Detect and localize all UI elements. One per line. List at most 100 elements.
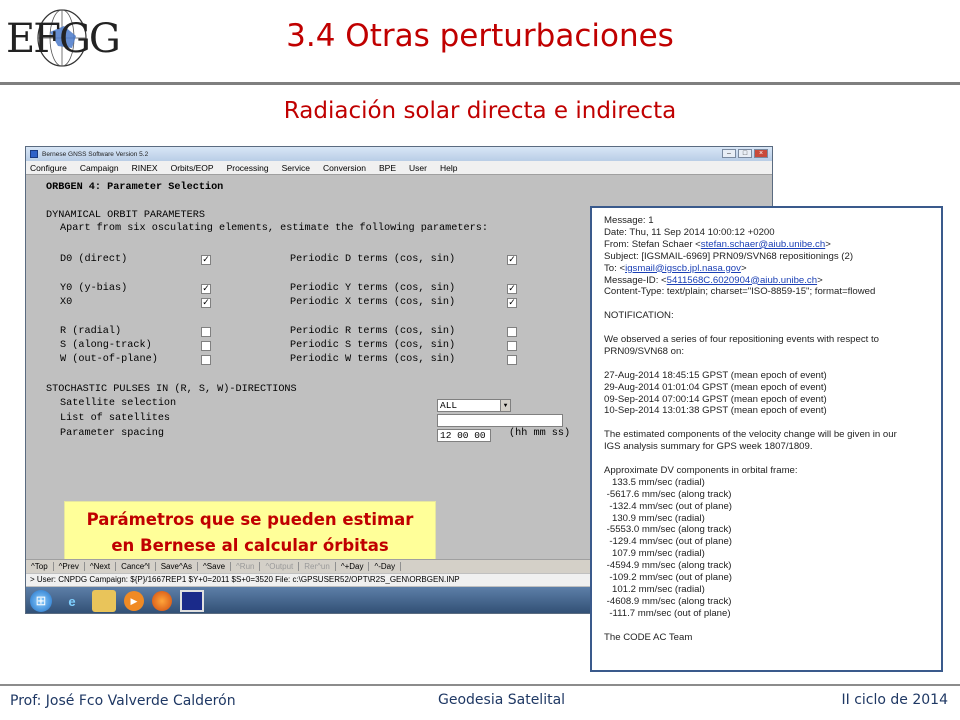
callout-line-1: Parámetros que se pueden estimar: [86, 510, 414, 529]
chevron-down-icon[interactable]: ▼: [500, 400, 510, 411]
email-event: 09-Sep-2014 07:00:14 GPST (mean epoch of…: [604, 393, 827, 405]
windows-start-icon[interactable]: ⊞: [30, 590, 52, 612]
param-checkbox[interactable]: ✓: [507, 298, 517, 308]
menu-configure[interactable]: Configure: [30, 163, 67, 173]
param-checkbox[interactable]: [507, 341, 517, 351]
param-label: R (radial): [60, 326, 122, 337]
media-player-icon[interactable]: ▶: [124, 591, 144, 611]
email-component: 101.2 mm/sec (radial): [604, 584, 705, 596]
param-checkbox[interactable]: ✓: [201, 284, 211, 294]
menu-service[interactable]: Service: [282, 163, 310, 173]
parameter-spacing-input[interactable]: 12 00 00: [437, 429, 491, 442]
param-label: Periodic Y terms (cos, sin): [290, 283, 456, 294]
email-message-panel: Message: 1 Date: Thu, 11 Sep 2014 10:00:…: [590, 206, 943, 672]
email-event: 29-Aug-2014 01:01:04 GPST (mean epoch of…: [604, 381, 827, 393]
email-from: From: Stefan Schaer <stefan.schaer@aiub.…: [604, 238, 831, 250]
internet-explorer-icon[interactable]: e: [60, 590, 84, 612]
param-checkbox[interactable]: ✓: [201, 298, 211, 308]
footer-divider: [0, 684, 960, 686]
menu-bar: Configure Campaign RINEX Orbits/EOP Proc…: [26, 161, 772, 175]
param-label: W (out-of-plane): [60, 354, 158, 365]
menu-rinex[interactable]: RINEX: [132, 163, 158, 173]
email-event: 27-Aug-2014 18:45:15 GPST (mean epoch of…: [604, 369, 827, 381]
email-component: 130.9 mm/sec (radial): [604, 512, 705, 524]
email-subject: Subject: [IGSMAIL-6969] PRN09/SVN68 repo…: [604, 250, 854, 262]
callout-line-2: en Bernese al calcular órbitas: [111, 536, 389, 555]
slide-title: 3.4 Otras perturbaciones: [286, 18, 674, 54]
satellite-selection-combo[interactable]: ALL ▼: [437, 399, 511, 412]
param-label: Periodic D terms (cos, sin): [290, 254, 456, 265]
save-as-button[interactable]: Save^As: [156, 562, 199, 571]
menu-help[interactable]: Help: [440, 163, 457, 173]
email-component: -4594.9 mm/sec (along track): [604, 560, 732, 572]
cancel-button[interactable]: Cance^l: [116, 562, 156, 571]
param-label: Y0 (y-bias): [60, 283, 128, 294]
app-icon: [30, 150, 38, 158]
window-title: Bernese GNSS Software Version 5.2: [42, 150, 149, 158]
prev-button[interactable]: ^Prev: [54, 562, 85, 571]
email-signature: The CODE AC Team: [604, 631, 693, 643]
email-event: 10-Sep-2014 13:01:38 GPST (mean epoch of…: [604, 405, 827, 417]
menu-campaign[interactable]: Campaign: [80, 163, 119, 173]
email-message-id-link[interactable]: 5411568C.6020904@aiub.unibe.ch: [667, 275, 817, 286]
dynamical-intro: Apart from six osculating elements, esti…: [60, 223, 488, 234]
menu-bpe[interactable]: BPE: [379, 163, 396, 173]
window-titlebar[interactable]: Bernese GNSS Software Version 5.2 – □ ×: [26, 147, 772, 161]
param-label: X0: [60, 297, 73, 308]
header-divider: [0, 82, 960, 85]
email-observed-line-1: We observed a series of four repositioni…: [604, 334, 879, 346]
param-checkbox[interactable]: [507, 355, 517, 365]
param-checkbox[interactable]: [201, 355, 211, 365]
rerun-button: Rer^un: [299, 562, 336, 571]
menu-user[interactable]: User: [409, 163, 427, 173]
list-of-satellites-input[interactable]: [437, 414, 563, 427]
email-notification: NOTIFICATION:: [604, 310, 674, 322]
param-checkbox[interactable]: ✓: [201, 255, 211, 265]
param-checkbox[interactable]: ✓: [507, 255, 517, 265]
param-checkbox[interactable]: [201, 327, 211, 337]
bernese-app-icon[interactable]: [180, 590, 204, 612]
email-date: Date: Thu, 11 Sep 2014 10:00:12 +0200: [604, 226, 775, 238]
email-observed-line-2: PRN09/SVN68 on:: [604, 345, 684, 357]
top-button[interactable]: ^Top: [26, 562, 54, 571]
menu-conversion[interactable]: Conversion: [323, 163, 366, 173]
email-component: -5553.0 mm/sec (along track): [604, 524, 732, 536]
plus-day-button[interactable]: ^+Day: [336, 562, 370, 571]
next-button[interactable]: ^Next: [85, 562, 117, 571]
email-to-link[interactable]: igsmail@igscb.jpl.nasa.gov: [625, 263, 741, 274]
footer-author: Prof: José Fco Valverde Calderón: [10, 693, 236, 709]
panel-title: ORBGEN 4: Parameter Selection: [46, 182, 224, 193]
menu-processing[interactable]: Processing: [227, 163, 269, 173]
param-label: Periodic X terms (cos, sin): [290, 297, 456, 308]
close-icon[interactable]: ×: [754, 149, 768, 158]
email-component: -109.2 mm/sec (out of plane): [604, 572, 732, 584]
minimize-icon[interactable]: –: [722, 149, 736, 158]
email-estimated-line-2: IGS analysis summary for GPS week 1807/1…: [604, 441, 813, 453]
email-component: 133.5 mm/sec (radial): [604, 476, 705, 488]
menu-orbits-eop[interactable]: Orbits/EOP: [171, 163, 214, 173]
email-message-number: Message: 1: [604, 215, 654, 226]
param-checkbox[interactable]: ✓: [507, 284, 517, 294]
email-from-link[interactable]: stefan.schaer@aiub.unibe.ch: [701, 239, 825, 250]
list-of-satellites-label: List of satellites: [60, 413, 171, 424]
save-button[interactable]: ^Save: [198, 562, 232, 571]
email-component: -5617.6 mm/sec (along track): [604, 488, 732, 500]
parameter-spacing-label: Parameter spacing: [60, 428, 164, 439]
email-message-id: Message-ID: <5411568C.6020904@aiub.unibe…: [604, 274, 823, 286]
maximize-icon[interactable]: □: [738, 149, 752, 158]
param-checkbox[interactable]: [201, 341, 211, 351]
email-to: To: <igsmail@igscb.jpl.nasa.gov>: [604, 262, 747, 274]
file-explorer-icon[interactable]: [92, 590, 116, 612]
footer-term: II ciclo de 2014: [841, 692, 948, 708]
email-approx-heading: Approximate DV components in orbital fra…: [604, 464, 798, 476]
dynamical-heading: DYNAMICAL ORBIT PARAMETERS: [46, 210, 205, 221]
stochastic-heading: STOCHASTIC PULSES IN (R, S, W)-DIRECTION…: [46, 384, 297, 395]
email-component: -132.4 mm/sec (out of plane): [604, 500, 732, 512]
param-label: D0 (direct): [60, 254, 128, 265]
minus-day-button[interactable]: ^-Day: [369, 562, 402, 571]
satellite-selection-label: Satellite selection: [60, 398, 177, 409]
firefox-icon[interactable]: [152, 591, 172, 611]
highlight-callout: Parámetros que se pueden estimar en Bern…: [64, 501, 436, 565]
window-controls: – □ ×: [722, 149, 768, 158]
param-checkbox[interactable]: [507, 327, 517, 337]
